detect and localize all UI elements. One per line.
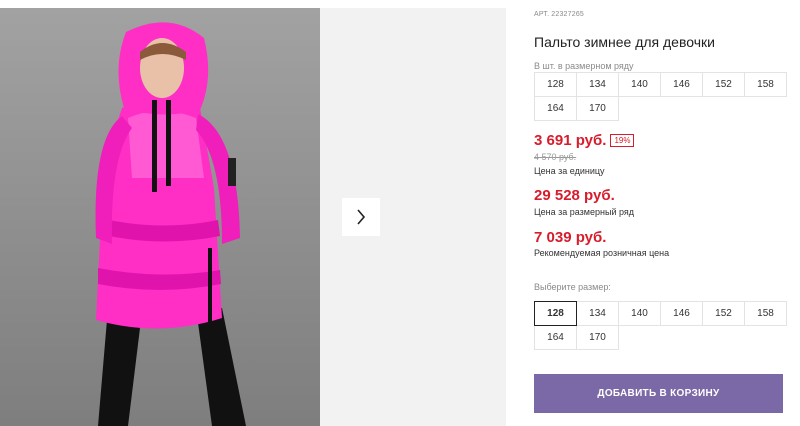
pack-size-cell: 128 [534,72,577,97]
discount-badge: 19% [610,134,635,147]
size-option[interactable]: 158 [744,301,787,326]
unit-price: 3 691 руб. [534,132,607,149]
pack-size-cell: 152 [702,72,745,97]
size-select-hint: Выберите размер: [534,282,611,292]
size-option[interactable]: 164 [534,325,577,350]
pack-size-cell: 134 [576,72,619,97]
product-info: АРТ. 22327265 Пальто зимнее для девочки В… [534,0,800,426]
product-photo[interactable] [0,8,320,426]
product-sku: АРТ. 22327265 [534,11,585,18]
unit-price-caption: Цена за единицу [534,166,605,176]
add-to-cart-button[interactable]: ДОБАВИТЬ В КОРЗИНУ [534,374,783,413]
retail-price: 7 039 руб. [534,229,607,246]
pack-size-cell: 140 [618,72,661,97]
old-price: 4 570 руб. [534,152,577,162]
pack-size-cell: 158 [744,72,787,97]
next-image-button[interactable] [342,198,380,236]
pack-price-caption: Цена за размерный ряд [534,207,635,217]
pack-sizes-hint: В шт. в размерном ряду [534,61,634,71]
product-title: Пальто зимнее для девочки [534,34,715,50]
chevron-right-icon [357,209,366,225]
size-select-grid: 128 134 140 146 152 158 164 170 [534,301,787,350]
pack-size-cell: 170 [576,96,619,121]
size-option[interactable]: 146 [660,301,703,326]
size-option[interactable]: 170 [576,325,619,350]
pack-price: 29 528 руб. [534,187,615,204]
coat-illustration [95,22,246,426]
retail-price-caption: Рекомендуемая розничная цена [534,248,670,258]
product-gallery [0,0,506,426]
pack-size-cell: 164 [534,96,577,121]
size-option[interactable]: 152 [702,301,745,326]
pack-size-grid: 128 134 140 146 152 158 164 170 [534,72,787,121]
size-option[interactable]: 134 [576,301,619,326]
size-option[interactable]: 140 [618,301,661,326]
pack-size-cell: 146 [660,72,703,97]
unit-price-row: 3 691 руб. 19% [534,132,635,149]
size-option-selected[interactable]: 128 [534,301,577,326]
